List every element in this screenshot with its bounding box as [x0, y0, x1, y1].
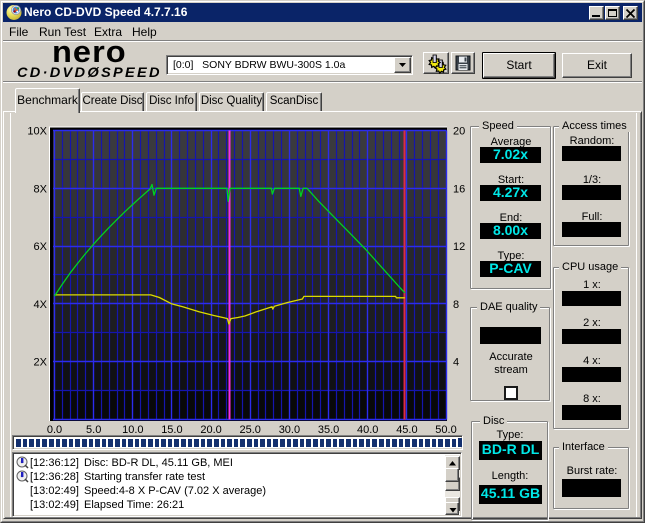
svg-text:4: 4 — [453, 357, 459, 369]
svg-text:8: 8 — [453, 299, 459, 311]
svg-text:2X: 2X — [34, 357, 48, 369]
svg-text:8X: 8X — [34, 183, 48, 195]
svg-text:4X: 4X — [34, 299, 48, 311]
svg-text:6X: 6X — [34, 241, 48, 253]
svg-text:10X: 10X — [27, 126, 47, 138]
